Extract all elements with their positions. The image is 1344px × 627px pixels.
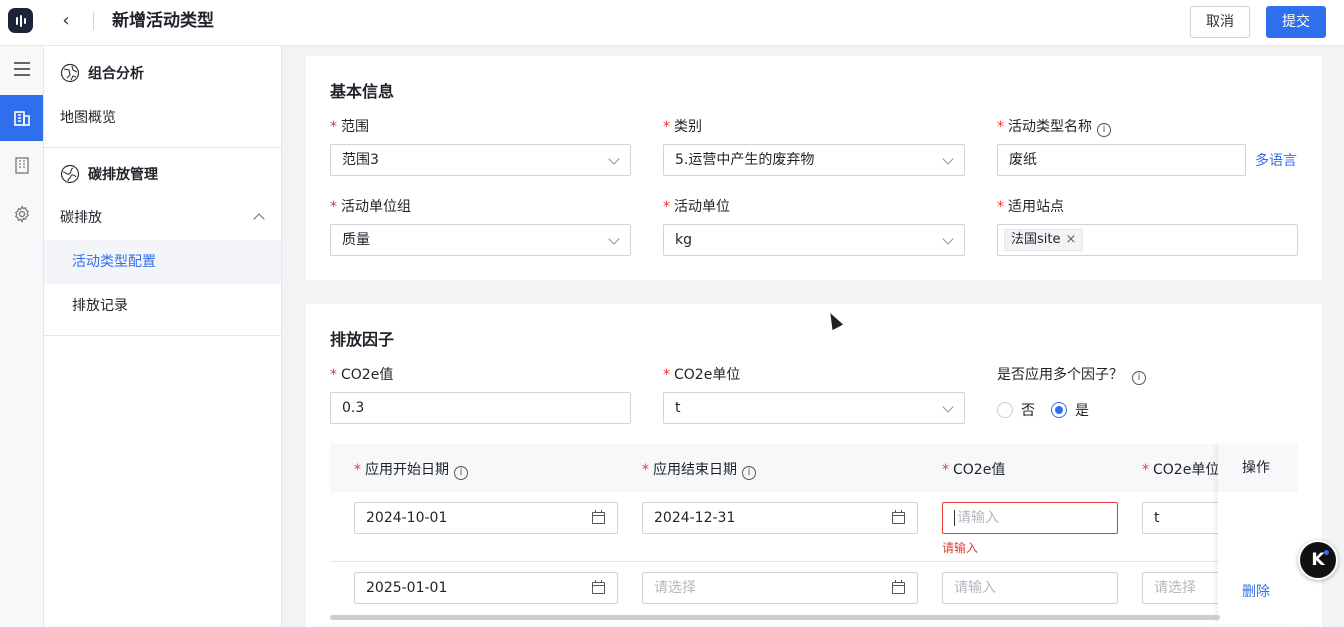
- unit-select[interactable]: kg: [663, 224, 965, 256]
- chevron-down-icon: [608, 153, 620, 165]
- globe-icon: [60, 63, 80, 83]
- office-icon[interactable]: [0, 142, 43, 188]
- end-date-picker[interactable]: 请选择: [642, 572, 918, 604]
- unit-group-label: * 活动单位组: [330, 199, 411, 215]
- sidebar: 组合分析 地图概览 碳排放管理 碳排放 活动类型配置 排放记录: [44, 46, 282, 627]
- close-icon[interactable]: ×: [1065, 232, 1076, 247]
- scope-select[interactable]: 范围3: [330, 144, 631, 176]
- row-divider: [330, 561, 1298, 562]
- sidebar-item-activity-type-config[interactable]: 活动类型配置: [44, 240, 281, 284]
- settings-icon[interactable]: [0, 191, 43, 237]
- column-header: * 应用开始日期 i: [354, 459, 468, 480]
- sidebar-group-analysis[interactable]: 组合分析: [60, 63, 144, 83]
- delete-link[interactable]: 删除: [1242, 581, 1270, 601]
- submit-button[interactable]: 提交: [1266, 6, 1326, 38]
- error-message: 请输入: [942, 541, 979, 555]
- calendar-icon: [892, 580, 905, 594]
- end-date-picker[interactable]: 2024-12-31: [642, 502, 918, 534]
- radio-no[interactable]: 否: [997, 400, 1035, 420]
- divider: [93, 12, 94, 30]
- building-icon[interactable]: [0, 95, 43, 141]
- section-title: 基本信息: [330, 82, 395, 101]
- factor-table-header: * 应用开始日期 i * 应用结束日期 i * CO2e值 * CO2e单位: [330, 444, 1298, 492]
- row-co2e-input[interactable]: 请输入: [942, 502, 1118, 534]
- chevron-down-icon: [608, 233, 620, 245]
- site-tag: 法国site ×: [1004, 229, 1084, 251]
- back-icon[interactable]: ‹: [57, 11, 75, 31]
- sidebar-group-carbon[interactable]: 碳排放管理: [60, 164, 158, 184]
- chevron-down-icon: [942, 153, 954, 165]
- info-icon[interactable]: i: [1132, 371, 1146, 385]
- co2e-value-input[interactable]: 0.3: [330, 392, 631, 424]
- sidebar-group-label: 组合分析: [88, 66, 144, 82]
- start-date-picker[interactable]: 2024-10-01: [354, 502, 618, 534]
- unit-label: * 活动单位: [663, 199, 730, 215]
- co2e-unit-label: * CO2e单位: [663, 367, 741, 383]
- menu-icon[interactable]: [0, 46, 43, 92]
- multi-factor-label: 是否应用多个因子？ i: [997, 366, 1146, 385]
- column-header: * CO2e值: [942, 462, 1006, 478]
- sidebar-submenu-carbon[interactable]: 碳排放: [44, 196, 281, 240]
- info-icon[interactable]: i: [454, 466, 468, 480]
- page-title: 新增活动类型: [112, 11, 214, 31]
- top-bar: ‹ 新增活动类型 取消 提交: [0, 0, 1344, 46]
- co2e-unit-select[interactable]: t: [663, 392, 965, 424]
- chevron-down-icon: [942, 401, 954, 413]
- icon-rail: [0, 46, 44, 627]
- radio-circle: [997, 402, 1013, 418]
- radio-yes[interactable]: 是: [1051, 400, 1089, 420]
- multilang-link[interactable]: 多语言: [1255, 150, 1297, 170]
- divider: [44, 147, 281, 148]
- co2e-value-label: * CO2e值: [330, 367, 394, 383]
- category-label: * 类别: [663, 119, 702, 135]
- text-caret: [954, 510, 955, 526]
- operation-column: 操作 删除: [1218, 444, 1298, 624]
- row-co2e-input[interactable]: 请输入: [942, 572, 1118, 604]
- column-header: 操作: [1218, 444, 1298, 492]
- sidebar-group-label: 碳排放管理: [88, 167, 158, 183]
- cancel-button[interactable]: 取消: [1190, 6, 1250, 38]
- sidebar-item-map-overview[interactable]: 地图概览: [44, 96, 281, 140]
- divider: [44, 335, 281, 336]
- chevron-down-icon: [942, 233, 954, 245]
- category-select[interactable]: 5.运营中产生的废弃物: [663, 144, 965, 176]
- emission-factor-card: 排放因子 * CO2e值 0.3 * CO2e单位 t 是否应用多个因子？ i 否 是…: [306, 304, 1322, 627]
- scope-label: * 范围: [330, 119, 369, 135]
- calendar-icon: [592, 510, 605, 524]
- calendar-icon: [892, 510, 905, 524]
- sidebar-item-emission-records[interactable]: 排放记录: [44, 284, 281, 328]
- assistant-fab-icon[interactable]: K: [1298, 540, 1338, 580]
- chevron-up-icon: [253, 213, 265, 225]
- calendar-icon: [592, 580, 605, 594]
- info-icon[interactable]: i: [742, 466, 756, 480]
- column-header: * CO2e单位: [1142, 462, 1220, 478]
- app-logo[interactable]: [8, 8, 33, 33]
- type-name-label: * 活动类型名称 i: [997, 118, 1111, 137]
- unit-group-select[interactable]: 质量: [330, 224, 631, 256]
- section-title: 排放因子: [330, 330, 395, 349]
- type-name-input[interactable]: 废纸: [997, 144, 1246, 176]
- basic-info-card: 基本信息 * 范围 范围3 * 类别 5.运营中产生的废弃物 * 活动类型名称 i 废纸…: [306, 56, 1322, 280]
- horizontal-scrollbar[interactable]: [330, 615, 1220, 620]
- earth-icon: [60, 164, 80, 184]
- start-date-picker[interactable]: 2025-01-01: [354, 572, 618, 604]
- submenu-label: 碳排放: [60, 210, 102, 226]
- radio-circle: [1051, 402, 1067, 418]
- sites-select[interactable]: 法国site ×: [997, 224, 1298, 256]
- info-icon[interactable]: i: [1097, 123, 1111, 137]
- column-header: * 应用结束日期 i: [642, 459, 756, 480]
- sites-label: * 适用站点: [997, 199, 1064, 215]
